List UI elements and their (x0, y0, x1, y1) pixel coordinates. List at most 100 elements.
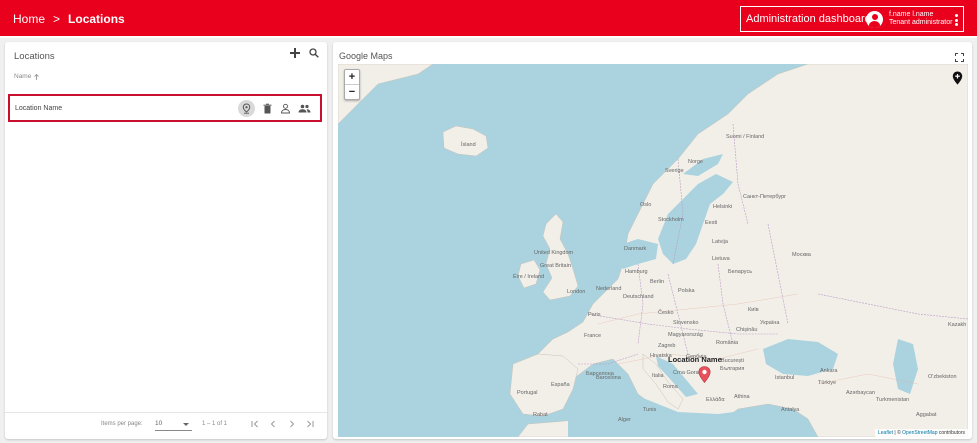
user-role: Tenant administrator (889, 19, 953, 26)
fullscreen-icon[interactable] (955, 53, 964, 62)
map-label: Deutschland (623, 294, 654, 300)
map-label: Antalya (781, 407, 800, 413)
paginator: Items per page: 10 1 – 1 of 1 (5, 412, 327, 433)
map-label: Rabat (533, 412, 548, 418)
map-label: Ísland (461, 142, 476, 148)
map-label: Crna Gora (673, 370, 699, 376)
admin-dashboard-dropdown[interactable]: Administration dashboard (741, 13, 882, 25)
map-label: O'zbekiston (928, 374, 957, 380)
zoom-control: + − (344, 69, 360, 100)
map-label: Helsinki (713, 204, 733, 210)
header-user-area: Administration dashboard f.name l.name T… (740, 6, 964, 32)
account-circle-icon[interactable] (866, 11, 883, 28)
map-label: Barcelona (596, 375, 621, 381)
person-icon[interactable] (280, 103, 291, 114)
chevron-left-icon[interactable] (267, 418, 279, 430)
map-label: Italia (652, 373, 664, 379)
location-row-actions (238, 99, 320, 117)
map-label: Magyarország (668, 332, 703, 338)
map-tiles (338, 64, 968, 437)
admin-dashboard-label: Administration dashboard (746, 13, 871, 25)
map-label: Ankara (820, 368, 838, 374)
map-label: България (720, 366, 745, 372)
page-size-select[interactable]: 10 (155, 418, 192, 431)
map-label: Stockholm (658, 217, 684, 223)
map-label: Москва (792, 252, 811, 258)
map-canvas[interactable]: Ísland Suomi / Finland Sverige Norge Osl… (338, 64, 968, 437)
location-row[interactable]: Location Name (8, 94, 322, 122)
location-name: Location Name (15, 104, 63, 112)
map-label: Danmark (624, 246, 647, 252)
app-header: Home > Locations Administration dashboar… (0, 0, 977, 38)
map-label: Istanbul (775, 375, 795, 381)
trash-icon[interactable] (262, 103, 273, 114)
user-name: f.name l.name (889, 11, 934, 18)
leaflet-link[interactable]: Leaflet (878, 430, 893, 436)
group-icon[interactable] (298, 103, 311, 114)
locations-panel: Locations Name Location Name Items per p… (5, 42, 327, 439)
map-label: Alger (618, 417, 631, 423)
map-label: Беларусь (728, 269, 753, 275)
location-pin-button[interactable] (238, 99, 255, 117)
attribution-separator: | © (893, 430, 903, 436)
map-label: Česko (658, 310, 674, 316)
map-attribution: Leaflet | © OpenStreetMap contributors (875, 429, 968, 437)
breadcrumb-home[interactable]: Home (13, 12, 45, 26)
user-info: f.name l.name Tenant administrator (889, 11, 952, 27)
map-panel: Google Maps Ísland Suomi / Finland Sveri… (333, 42, 972, 439)
map-label: Київ (748, 307, 759, 313)
map-label: Україна (760, 320, 780, 326)
map-label: London (567, 289, 586, 295)
map-label: Turkmenistan (876, 397, 910, 403)
map-label: Norge (688, 159, 703, 165)
last-page-icon[interactable] (304, 418, 316, 430)
map-label: Aggabat (916, 412, 937, 418)
dropdown-arrow-icon (183, 423, 189, 426)
zoom-out-button[interactable]: − (345, 85, 359, 99)
zoom-in-button[interactable]: + (345, 70, 359, 85)
arrow-up-icon (34, 73, 40, 80)
map-label: Berlin (650, 279, 665, 285)
first-page-icon[interactable] (249, 418, 261, 430)
attribution-suffix: contributors (937, 430, 965, 436)
add-location-icon[interactable] (952, 71, 963, 85)
map-marker-icon[interactable] (698, 366, 711, 383)
page-range: 1 – 1 of 1 (202, 421, 228, 427)
map-label: Tunis (643, 407, 657, 413)
map-label: Türkiye (818, 380, 837, 386)
map-label: Zagreb (658, 343, 676, 349)
osm-link[interactable]: OpenStreetMap (902, 430, 937, 436)
map-label: Roma (663, 384, 678, 390)
more-vert-icon[interactable] (955, 14, 958, 26)
page-size-value: 10 (155, 420, 163, 427)
map-label: Azərbaycan (846, 390, 876, 396)
chevron-right-icon[interactable] (286, 418, 298, 430)
locations-actions (290, 48, 319, 58)
map-label: Nederland (596, 286, 622, 292)
map-label: Lietuva (712, 256, 730, 262)
breadcrumb-separator: > (53, 12, 61, 26)
map-label: Ελλάδα (706, 397, 725, 403)
map-label: Athina (734, 394, 750, 400)
location-pin-icon (242, 102, 251, 114)
map-label: United Kingdom (534, 250, 574, 256)
map-label: España (551, 382, 570, 388)
plus-icon[interactable] (290, 48, 300, 58)
name-column-header[interactable]: Name (14, 73, 40, 80)
search-icon[interactable] (309, 48, 319, 58)
map-label: Éire / Ireland (513, 274, 545, 280)
map-label: Suomi / Finland (726, 134, 765, 140)
map-label: Paris (588, 312, 601, 318)
breadcrumb: Home > Locations (13, 0, 125, 38)
map-label: Polska (678, 288, 695, 294)
map-label: București (721, 358, 744, 364)
map-label: România (716, 340, 739, 346)
map-label: Great Britain (540, 263, 571, 269)
map-label: Latvija (712, 239, 728, 245)
map-title: Google Maps (339, 51, 393, 61)
map-label: France (584, 333, 602, 339)
map-label: Hamburg (625, 269, 648, 275)
name-column-label: Name (14, 73, 32, 80)
map-label: Eesti (705, 220, 718, 226)
map-label: Kazakh (948, 322, 967, 328)
